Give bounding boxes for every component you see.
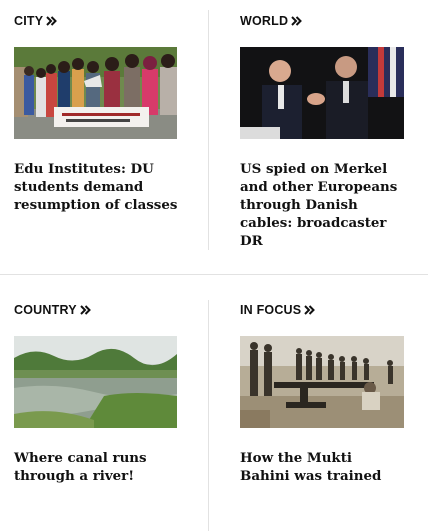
news-card-city: CITY Edu Institutes: DU students demand … xyxy=(14,13,184,214)
news-headline[interactable]: US spied on Merkel and other Europeans t… xyxy=(240,160,404,250)
column-divider-top xyxy=(208,10,209,250)
row-divider xyxy=(0,274,428,275)
double-chevron-right-icon xyxy=(304,305,316,315)
section-link-world[interactable]: WORLD xyxy=(240,13,404,29)
section-link-in-focus[interactable]: IN FOCUS xyxy=(240,302,404,318)
news-headline[interactable]: How the Mukti Bahini was trained xyxy=(240,449,404,485)
news-card-in-focus: IN FOCUS How the Mukti Bahini was traine… xyxy=(240,302,404,485)
news-card-world: WORLD US spied on Merkel and other Europ… xyxy=(240,13,404,250)
news-image-training[interactable] xyxy=(240,336,404,428)
section-label: WORLD xyxy=(240,14,289,28)
section-label: IN FOCUS xyxy=(240,303,302,317)
news-headline[interactable]: Where canal runs through a river! xyxy=(14,449,184,485)
section-link-country[interactable]: COUNTRY xyxy=(14,302,184,318)
news-image-canal[interactable] xyxy=(14,336,177,428)
section-label: COUNTRY xyxy=(14,303,77,317)
double-chevron-right-icon xyxy=(46,16,58,26)
double-chevron-right-icon xyxy=(80,305,91,315)
news-image-officials[interactable] xyxy=(240,47,404,139)
section-link-city[interactable]: CITY xyxy=(14,13,184,29)
news-card-country: COUNTRY Where canal runs through a river… xyxy=(14,302,184,485)
news-image-protest[interactable] xyxy=(14,47,177,139)
column-divider-bottom xyxy=(208,300,209,531)
double-chevron-right-icon xyxy=(291,16,303,26)
news-grid: CITY Edu Institutes: DU students demand … xyxy=(0,0,428,531)
news-headline[interactable]: Edu Institutes: DU students demand resum… xyxy=(14,160,184,214)
section-label: CITY xyxy=(14,14,44,28)
